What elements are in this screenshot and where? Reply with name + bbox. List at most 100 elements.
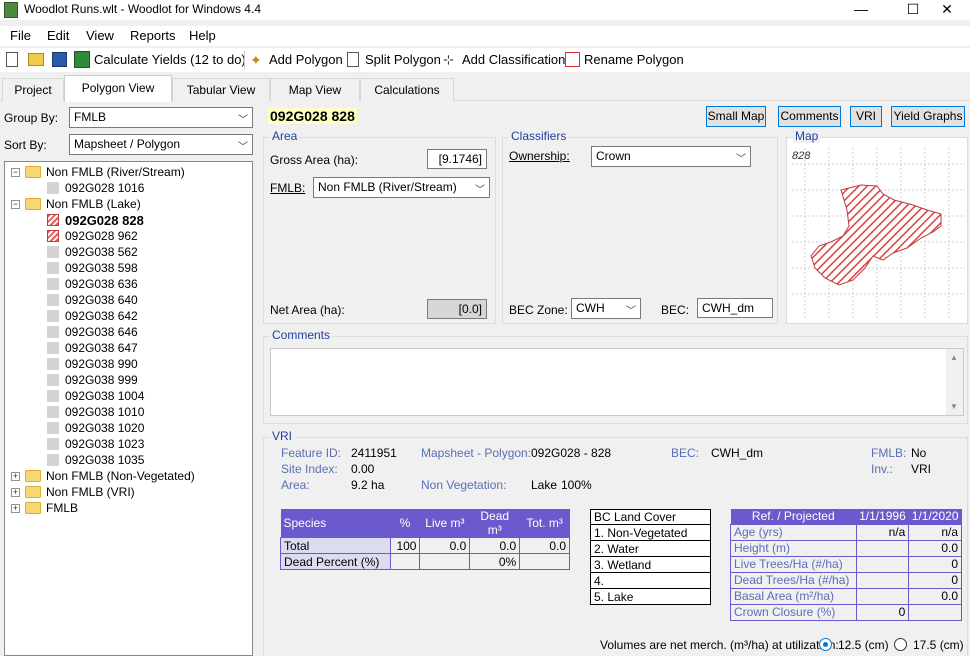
expand-icon[interactable]: +	[11, 488, 20, 497]
tree-item[interactable]: 092G038 642	[5, 308, 245, 324]
menu-view[interactable]: View	[86, 28, 114, 43]
table-cell: 100	[389, 537, 421, 554]
calculate-yields-button[interactable]: Calculate Yields (12 to do)	[94, 52, 246, 67]
tree-item[interactable]: 092G038 999	[5, 372, 245, 388]
expand-icon[interactable]: +	[11, 472, 20, 481]
tree-item[interactable]: 092G028 1016	[5, 180, 245, 196]
add-classification-icon[interactable]: ⊹	[443, 52, 459, 68]
table-cell	[855, 539, 910, 557]
utilization-17-5-radio[interactable]	[894, 638, 907, 651]
tree-item[interactable]: 092G038 636	[5, 276, 245, 292]
tree-item[interactable]: 092G038 640	[5, 292, 245, 308]
collapse-icon[interactable]: −	[11, 200, 20, 209]
tab-map-view[interactable]: Map View	[270, 78, 360, 101]
collapse-icon[interactable]: −	[11, 168, 20, 177]
ownership-select[interactable]: Crown ﹀	[591, 146, 751, 167]
table-row: Dead Percent (%) 0%	[280, 553, 570, 570]
menu-help[interactable]: Help	[189, 28, 216, 43]
tree-group-river[interactable]: − Non FMLB (River/Stream)	[5, 164, 245, 180]
group-by-select[interactable]: FMLB ﹀	[69, 107, 253, 128]
folder-icon	[25, 470, 41, 482]
add-classification-button[interactable]: Add Classification	[462, 52, 565, 67]
tree-item[interactable]: 092G038 1010	[5, 404, 245, 420]
utilization-12-5-label[interactable]: 12.5 (cm)	[838, 638, 889, 652]
sort-by-select[interactable]: Mapsheet / Polygon ﹀	[69, 134, 253, 155]
ownership-label: Ownership:	[509, 149, 570, 163]
tree-item[interactable]: 092G038 598	[5, 260, 245, 276]
tree-item[interactable]: 092G038 647	[5, 340, 245, 356]
tree-group-fmlb[interactable]: + FMLB	[5, 500, 245, 516]
scroll-down-icon[interactable]: ▼	[950, 402, 958, 411]
tree-item[interactable]: 092G028 962	[5, 228, 245, 244]
polygon-icon	[47, 358, 59, 370]
save-icon[interactable]	[52, 52, 67, 67]
tree-item[interactable]: 092G038 1020	[5, 420, 245, 436]
vri-bec-value: CWH_dm	[711, 446, 764, 460]
tree-item[interactable]: 092G038 646	[5, 324, 245, 340]
tree-group-nonveg[interactable]: + Non FMLB (Non-Vegetated)	[5, 468, 245, 484]
close-button[interactable]: ✕	[924, 0, 970, 20]
polygon-map[interactable]: 828	[787, 138, 967, 323]
minimize-button[interactable]: —	[838, 0, 884, 20]
add-polygon-button[interactable]: Add Polygon	[269, 52, 343, 67]
tree-item-label: 092G038 999	[65, 373, 138, 387]
small-map-button[interactable]: Small Map	[706, 106, 766, 127]
tab-polygon-view[interactable]: Polygon View	[64, 75, 172, 102]
add-polygon-icon[interactable]: ✦	[250, 52, 266, 68]
bec-field[interactable]: CWH_dm	[697, 298, 773, 318]
tree-item[interactable]: 092G038 990	[5, 356, 245, 372]
polygon-title: 092G028 828	[268, 108, 357, 124]
yield-graphs-button[interactable]: Yield Graphs	[891, 106, 965, 127]
utilization-17-5-label[interactable]: 17.5 (cm)	[913, 638, 964, 652]
comments-scrollbar[interactable]: ▲ ▼	[946, 349, 963, 415]
table-cell: 0.0	[908, 539, 962, 557]
menu-edit[interactable]: Edit	[47, 28, 69, 43]
polygon-icon	[47, 230, 59, 242]
tab-calculations[interactable]: Calculations	[360, 78, 454, 101]
site-index-label: Site Index:	[281, 462, 338, 476]
table-cell: 0	[855, 603, 910, 621]
tree-item[interactable]: 092G028 828	[5, 212, 245, 228]
split-polygon-icon[interactable]	[347, 52, 359, 67]
folder-icon	[25, 166, 41, 178]
comments-button[interactable]: Comments	[778, 106, 841, 127]
calculate-yields-icon[interactable]	[74, 51, 90, 68]
folder-icon	[25, 486, 41, 498]
polygon-icon	[47, 406, 59, 418]
split-polygon-button[interactable]: Split Polygon	[365, 52, 441, 67]
tree-item[interactable]: 092G038 1023	[5, 436, 245, 452]
tree-item[interactable]: 092G038 562	[5, 244, 245, 260]
percent-header: %	[390, 509, 420, 538]
tree-item[interactable]: 092G038 1004	[5, 388, 245, 404]
polygon-tree[interactable]: − Non FMLB (River/Stream) 092G028 1016 − Non…	[4, 161, 253, 656]
table-cell: Height (m)	[730, 539, 857, 557]
rename-polygon-icon[interactable]	[565, 52, 580, 67]
live-header: Live m³	[419, 509, 470, 538]
rename-polygon-button[interactable]: Rename Polygon	[584, 52, 684, 67]
tree-group-label: Non FMLB (Non-Vegetated)	[46, 469, 195, 483]
gross-area-field[interactable]: [9.1746]	[427, 149, 487, 169]
vri-button[interactable]: VRI	[850, 106, 882, 127]
tree-group-vri[interactable]: + Non FMLB (VRI)	[5, 484, 245, 500]
tab-project[interactable]: Project	[2, 78, 64, 101]
mapsheet-label: Mapsheet - Polygon:	[421, 446, 532, 460]
utilization-12-5-radio[interactable]	[819, 638, 832, 651]
menu-file[interactable]: File	[10, 28, 31, 43]
polygon-icon	[47, 374, 59, 386]
tree-group-lake[interactable]: − Non FMLB (Lake)	[5, 196, 245, 212]
scroll-up-icon[interactable]: ▲	[950, 353, 958, 362]
tree-item-label: 092G038 562	[65, 245, 138, 259]
bec-zone-select[interactable]: CWH ﹀	[571, 298, 641, 319]
polygon-icon	[47, 246, 59, 258]
tab-tabular-view[interactable]: Tabular View	[172, 78, 270, 101]
folder-icon	[25, 502, 41, 514]
open-folder-icon[interactable]	[28, 53, 44, 66]
new-file-icon[interactable]	[6, 52, 18, 67]
tree-item[interactable]: 092G038 1035	[5, 452, 245, 468]
comments-textarea[interactable]: ▲ ▼	[270, 348, 964, 416]
fmlb-select[interactable]: Non FMLB (River/Stream) ﹀	[313, 177, 490, 198]
table-cell	[855, 571, 910, 589]
menu-reports[interactable]: Reports	[130, 28, 176, 43]
expand-icon[interactable]: +	[11, 504, 20, 513]
land-cover-table: BC Land Cover 1. Non-Vegetated 2. Water …	[590, 509, 711, 605]
